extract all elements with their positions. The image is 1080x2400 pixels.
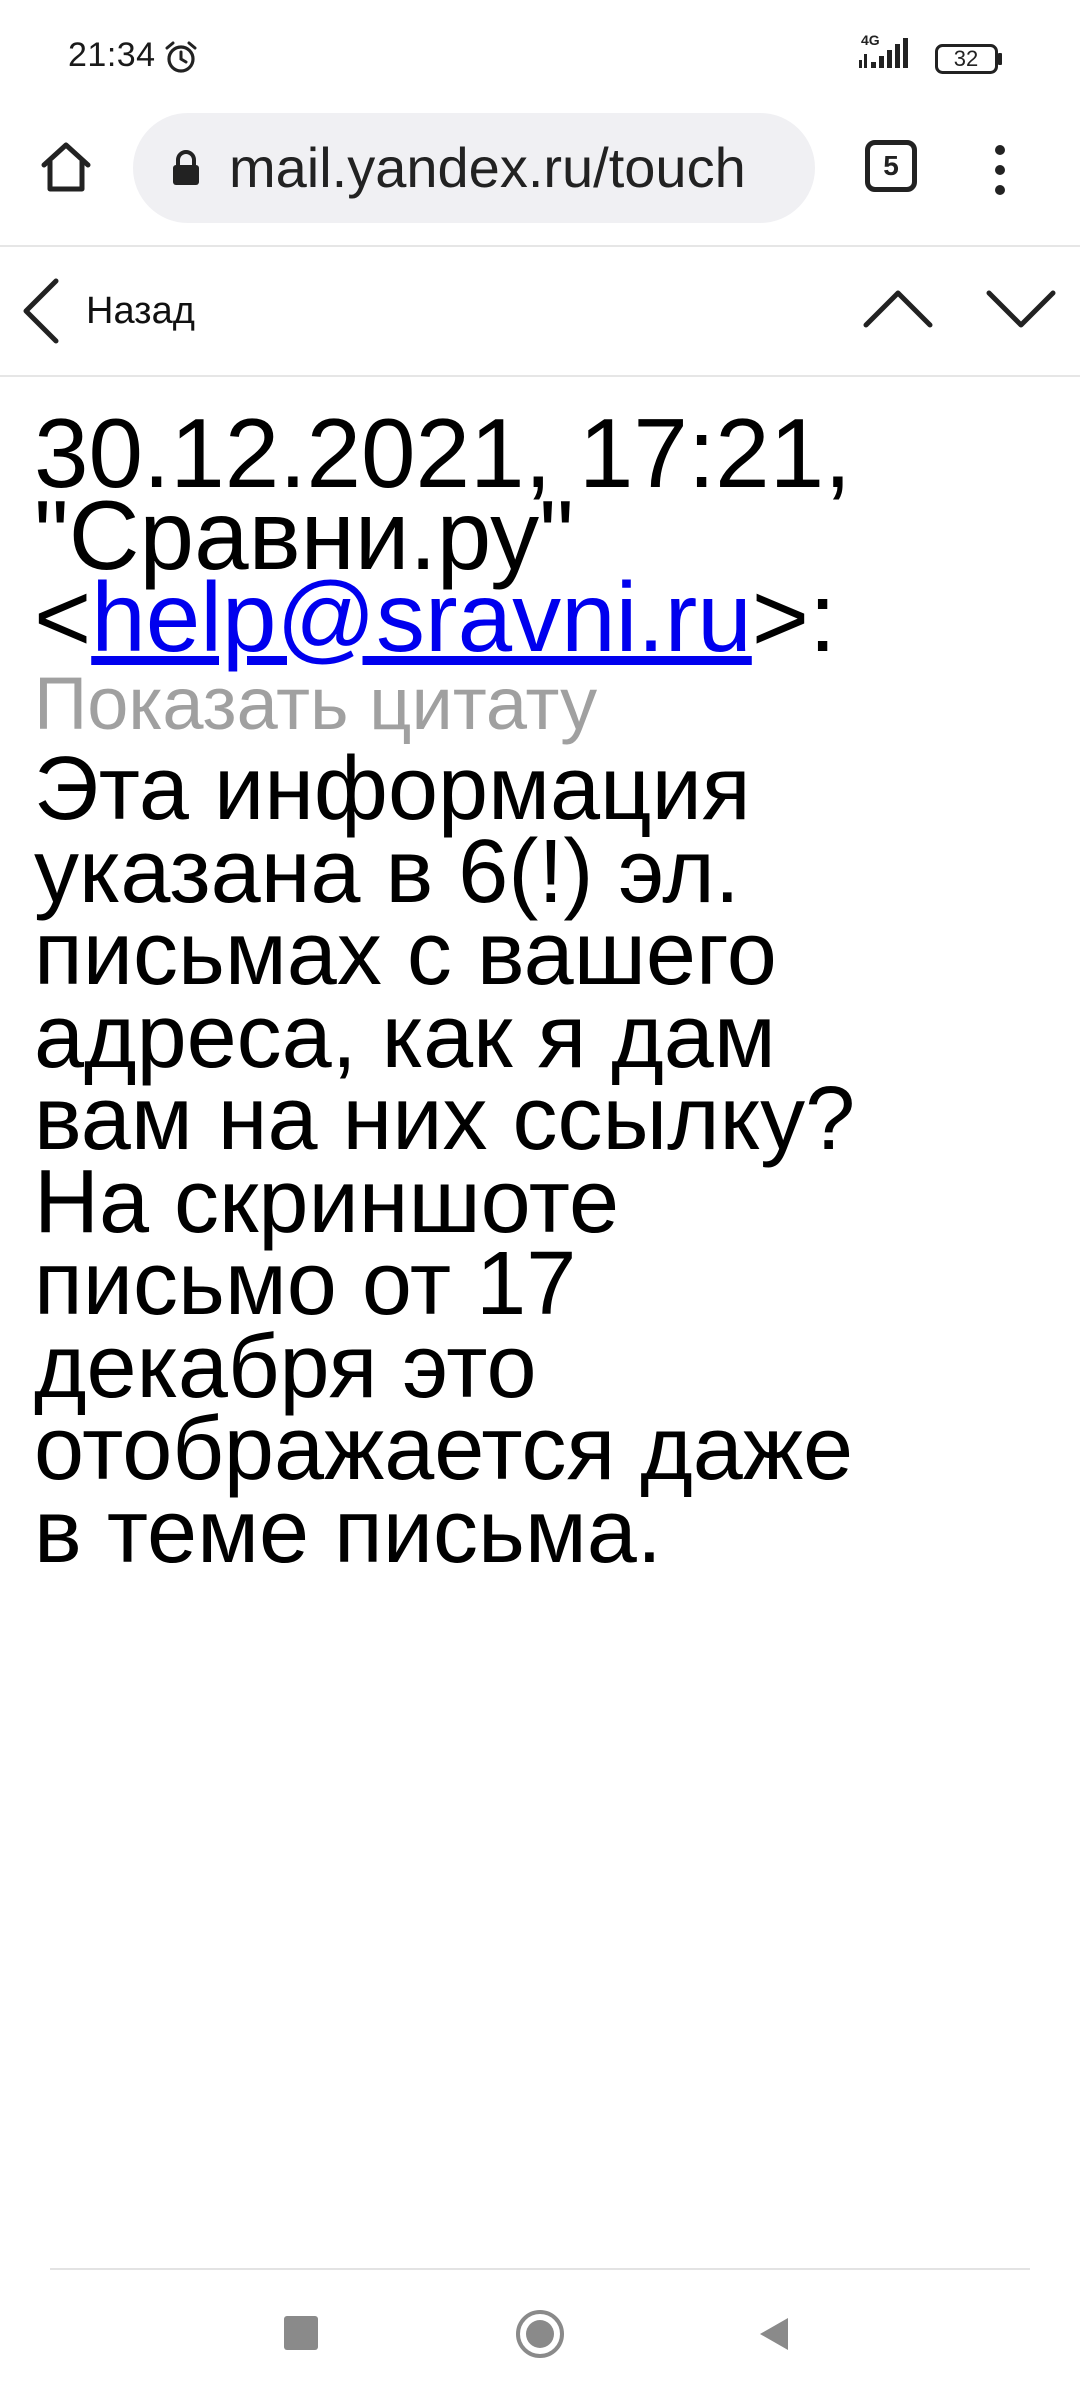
battery-indicator: 32 — [935, 44, 1002, 74]
home-button[interactable] — [34, 135, 98, 199]
alarm-clock-icon — [163, 40, 199, 76]
status-bar: 21:34 4G 32 — [0, 0, 1080, 110]
system-nav-bar — [0, 2272, 1080, 2400]
lock-icon — [171, 150, 201, 186]
tab-switcher-button[interactable]: 5 — [865, 140, 917, 192]
email-close-bracket: >: — [751, 562, 837, 672]
body-line: На скриншоте — [34, 1151, 619, 1252]
quote-sender-email-line: <help@sravni.ru>: — [34, 568, 1054, 666]
body-line: декабря это — [34, 1316, 537, 1417]
browser-toolbar: mail.yandex.ru/touch 5 — [0, 110, 1080, 247]
body-line: отображается даже — [34, 1399, 854, 1499]
url-text: mail.yandex.ru/touch — [229, 136, 746, 199]
previous-message-button[interactable] — [862, 279, 934, 337]
screen: 21:34 4G 32 mail.yandex.ru/touch 5 Назад… — [0, 0, 1080, 2400]
more-vertical-icon[interactable] — [985, 140, 1015, 200]
body-line: письмо от 17 — [34, 1234, 577, 1334]
status-time: 21:34 — [68, 36, 156, 74]
circle-home-icon[interactable] — [514, 2308, 566, 2360]
back-button[interactable]: Назад — [18, 275, 195, 347]
body-line: указана в 6(!) эл. — [34, 821, 740, 922]
address-bar[interactable]: mail.yandex.ru/touch — [133, 113, 815, 223]
body-line: в теме письма. — [34, 1481, 662, 1582]
body-line: вам на них ссылку? — [34, 1069, 856, 1169]
square-recents-icon[interactable] — [284, 2316, 318, 2350]
chevron-left-icon — [23, 278, 59, 344]
chevron-down-icon — [986, 290, 1056, 328]
cell-signal-icon: 4G — [855, 32, 925, 78]
body-line: адреса, как я дам — [34, 986, 776, 1087]
triangle-back-icon[interactable] — [756, 2314, 790, 2354]
next-message-button[interactable] — [985, 279, 1057, 337]
mail-nav-bar: Назад — [0, 247, 1080, 377]
chevron-up-icon — [863, 290, 933, 328]
home-icon — [41, 142, 91, 192]
show-quote-link[interactable]: Показать цитату — [34, 664, 1054, 744]
email-open-bracket: < — [34, 562, 92, 672]
message-content: 30.12.2021, 17:21, "Сравни.ру" <help@sra… — [34, 404, 1054, 1582]
bottom-divider — [50, 2268, 1030, 2270]
back-label: Назад — [86, 289, 195, 332]
battery-level: 32 — [953, 46, 979, 71]
sender-email-link[interactable]: help@sravni.ru — [91, 562, 752, 672]
body-line: письмах с вашего — [34, 904, 777, 1004]
body-line: Эта информация — [34, 739, 751, 839]
message-body: Эта информация указана в 6(!) эл. письма… — [34, 739, 1054, 1582]
